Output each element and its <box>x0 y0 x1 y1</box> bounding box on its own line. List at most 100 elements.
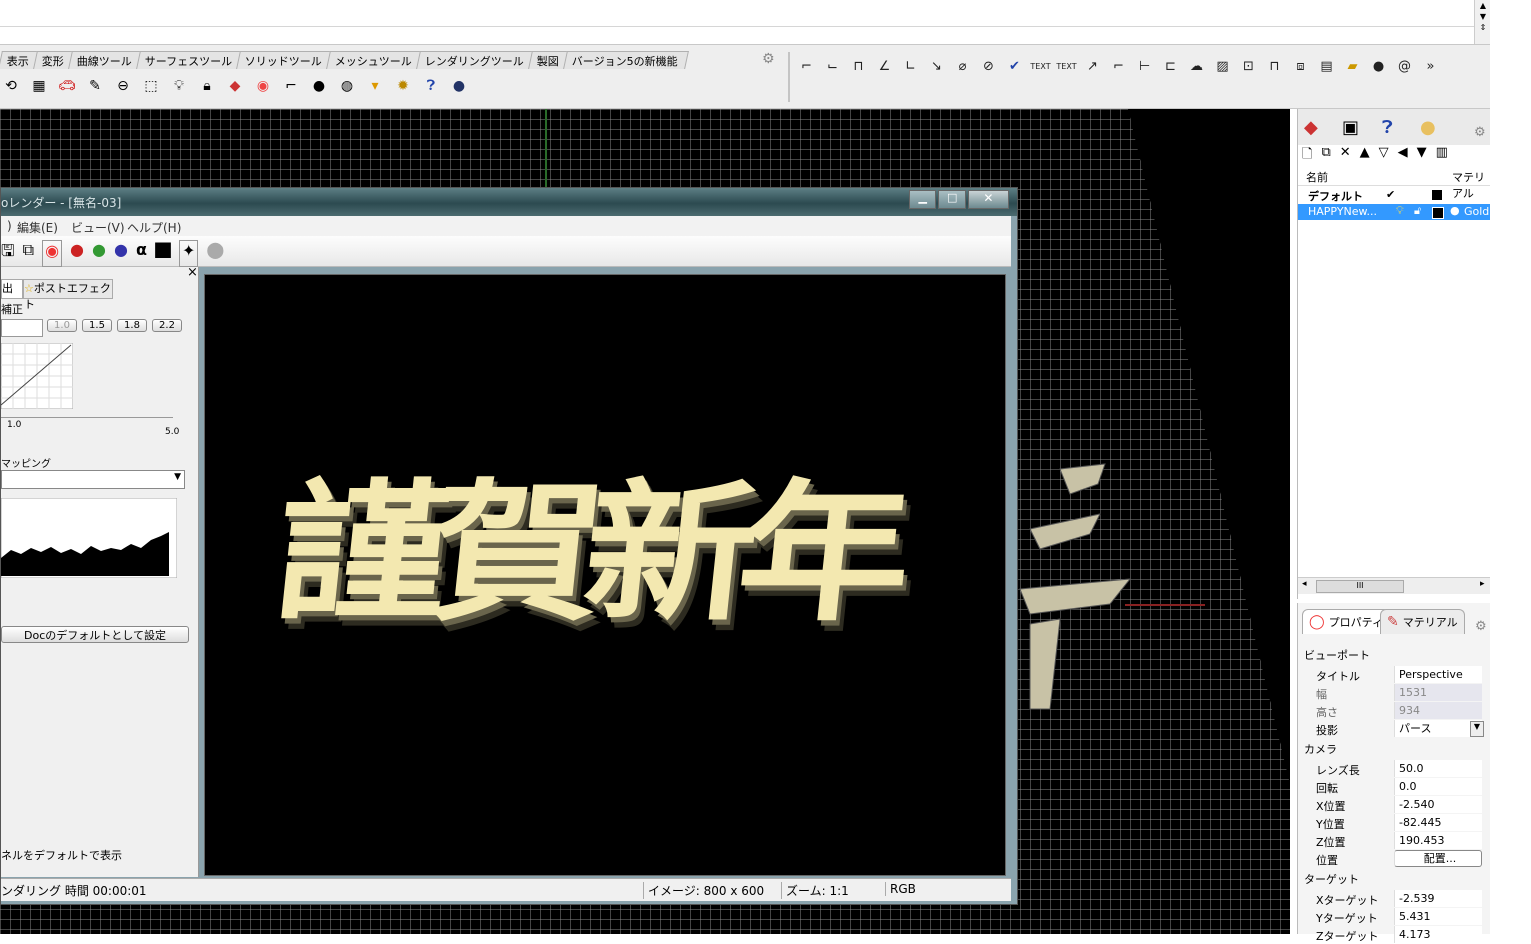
menu-edit[interactable]: 編集(E) <box>17 219 58 236</box>
box-icon[interactable]: ⧈ <box>1289 54 1312 78</box>
alpha-channel-icon[interactable]: α <box>136 240 147 267</box>
delete-layer-icon[interactable]: ✕ <box>1340 145 1351 163</box>
help-icon[interactable]: ❓︎ <box>420 75 442 97</box>
layer-row[interactable]: デフォルト ✔ <box>1298 187 1491 204</box>
close-button[interactable]: ✕ <box>967 190 1009 209</box>
diameter-dimension-icon[interactable]: ⌀ <box>951 54 974 78</box>
y-target-input[interactable]: 5.431 <box>1394 908 1482 925</box>
cloud-icon[interactable]: ☁︎ <box>1185 54 1208 78</box>
blue-channel-icon[interactable]: ● <box>114 240 128 267</box>
command-history[interactable] <box>0 0 1490 45</box>
render-window-titlebar[interactable]: oレンダー - [無名-03] ▁ □ ✕ <box>1 188 1017 216</box>
car-icon[interactable]: 🚗︎ <box>56 75 78 97</box>
panel-gear-icon[interactable]: ⚙ <box>1475 619 1487 634</box>
rotated-dimension-icon[interactable]: ⊓ <box>847 54 870 78</box>
tab-properties[interactable]: ◯ プロパティ <box>1302 609 1391 634</box>
linear-dimension-icon[interactable]: ⌐ <box>795 54 818 78</box>
filter-icon[interactable]: ▼ <box>1417 145 1427 163</box>
stop-render-icon[interactable]: ⬤ <box>206 240 224 267</box>
gamma-slider[interactable] <box>1 417 173 418</box>
layer-color-swatch[interactable] <box>1432 207 1444 219</box>
scroll-right-icon[interactable]: ▸ <box>1480 579 1485 589</box>
layer-row[interactable]: HAPPYNew... 💡︎ 🔓︎ ● Gold <box>1298 204 1491 220</box>
new-layer-icon[interactable]: 🗋︎ <box>1302 145 1312 163</box>
chevron-down-icon[interactable]: ▼ <box>1470 721 1484 737</box>
projection-dropdown[interactable]: パース <box>1394 720 1482 737</box>
angle-dimension-icon[interactable]: ∠ <box>873 54 896 78</box>
leader-icon[interactable]: ↗ <box>1081 54 1104 78</box>
aligned-dimension-icon[interactable]: ⌙ <box>821 54 844 78</box>
copy-image-icon[interactable]: ⧉ <box>23 240 34 267</box>
tab-output[interactable]: 出 <box>1 279 23 299</box>
green-channel-icon[interactable]: ● <box>92 240 106 267</box>
gamma-input[interactable] <box>1 319 43 337</box>
black-sphere-icon[interactable]: ● <box>1367 54 1390 78</box>
rotate-view-icon[interactable]: ⟲ <box>0 75 22 97</box>
hatch-pattern-icon[interactable]: ▨ <box>1211 54 1234 78</box>
tab-materials[interactable]: ✎ マテリアル <box>1380 609 1465 634</box>
gear-icon[interactable]: ⚙ <box>762 51 775 67</box>
menu-view[interactable]: ビュー(V) <box>71 219 125 236</box>
tab-post-effects[interactable]: ☆ポストエフェクト <box>23 279 113 311</box>
text-block-icon[interactable]: TEXT <box>1029 54 1052 78</box>
command-scrollbar[interactable]: ▲ ▼ ⇕ <box>1474 0 1491 44</box>
menu-file-stub[interactable]: ) <box>7 219 12 233</box>
hatch-icon[interactable]: ⊏ <box>1159 54 1182 78</box>
layers-icon[interactable]: ◆ <box>224 75 246 97</box>
layer-hscrollbar[interactable]: ◂ III ▸ <box>1298 577 1491 594</box>
z-position-input[interactable]: 190.453 <box>1394 832 1482 849</box>
maximize-button[interactable]: □ <box>938 190 966 209</box>
gamma-1-8-button[interactable]: 1.8 <box>117 319 147 332</box>
zoom-extents-icon[interactable]: ⊖ <box>112 75 134 97</box>
scroll-left-icon[interactable]: ◂ <box>1302 579 1307 589</box>
x-position-input[interactable]: -2.540 <box>1394 796 1482 813</box>
help-tab-icon[interactable]: ❓︎ <box>1382 117 1393 138</box>
rotation-input[interactable]: 0.0 <box>1394 778 1482 795</box>
spiral-icon[interactable]: @ <box>1393 54 1416 78</box>
show-panel-default-label[interactable]: ネルをデフォルトで表示 <box>1 847 122 863</box>
dot-icon[interactable]: ⊢ <box>1133 54 1156 78</box>
gamma-2-2-button[interactable]: 2.2 <box>152 319 182 332</box>
panel-close-icon[interactable]: × <box>187 265 198 280</box>
scroll-thumb[interactable]: III <box>1316 580 1404 593</box>
tab-solid-tools[interactable]: ソリッドツール <box>236 51 334 69</box>
light-bulb-icon[interactable]: 💡︎ <box>168 75 190 97</box>
layer-color-swatch[interactable] <box>1432 190 1442 200</box>
check-dimension-icon[interactable]: ✔ <box>1003 54 1026 78</box>
tab-surface-tools[interactable]: サーフェスツール <box>136 51 244 69</box>
color-wheel-icon[interactable]: ◉ <box>252 75 274 97</box>
globe-icon[interactable]: ● <box>448 75 470 97</box>
more-tools-icon[interactable]: » <box>1419 54 1442 78</box>
cube-icon[interactable]: ⬛︎ <box>155 240 171 267</box>
tools-icon[interactable]: ▥ <box>1436 145 1448 163</box>
settings-gear-icon[interactable]: ✹ <box>392 75 414 97</box>
x-target-input[interactable]: -2.539 <box>1394 890 1482 907</box>
prop-title-value[interactable]: Perspective <box>1394 666 1482 683</box>
move-left-icon[interactable]: ◀ <box>1398 145 1408 163</box>
tab-render-tools[interactable]: レンダリングツール <box>416 51 536 69</box>
magic-wand-icon[interactable]: ✦ <box>178 240 199 267</box>
place-button[interactable]: 配置... <box>1394 850 1482 867</box>
sun-tab-icon[interactable]: ● <box>1420 117 1436 138</box>
tab-new-in-v5[interactable]: バージョン5の新機能 <box>563 51 690 69</box>
doc-default-button[interactable]: Docのデフォルトとして設定 <box>1 626 189 643</box>
ordinate-dimension-icon[interactable]: ⊘ <box>977 54 1000 78</box>
display-tab-icon[interactable]: ▣ <box>1342 117 1359 138</box>
render-sphere-icon[interactable]: ◍ <box>336 75 358 97</box>
unlock-icon[interactable]: 🔓︎ <box>1414 204 1421 218</box>
menu-help[interactable]: ヘルプ(H) <box>127 219 181 236</box>
minimize-button[interactable]: ▁ <box>909 190 937 209</box>
light-bulb-icon[interactable]: 💡︎ <box>1396 204 1404 218</box>
tonemap-dropdown[interactable]: ▼ <box>1 470 185 489</box>
move-up-icon[interactable]: ▲ <box>1360 145 1370 163</box>
save-icon[interactable]: 🖫︎ <box>1 240 15 267</box>
y-position-input[interactable]: -82.445 <box>1394 814 1482 831</box>
folder-icon[interactable]: ▰ <box>1341 54 1364 78</box>
tab-mesh-tools[interactable]: メッシュツール <box>326 51 424 69</box>
dimension-icon[interactable]: ⌐ <box>280 75 302 97</box>
gamma-1-0-button[interactable]: 1.0 <box>47 319 77 332</box>
red-channel-icon[interactable]: ● <box>70 240 84 267</box>
z-target-input[interactable]: 4.173 <box>1394 926 1482 943</box>
table-icon[interactable]: ▤ <box>1315 54 1338 78</box>
layers-tab-icon[interactable]: ◆ <box>1304 117 1318 138</box>
